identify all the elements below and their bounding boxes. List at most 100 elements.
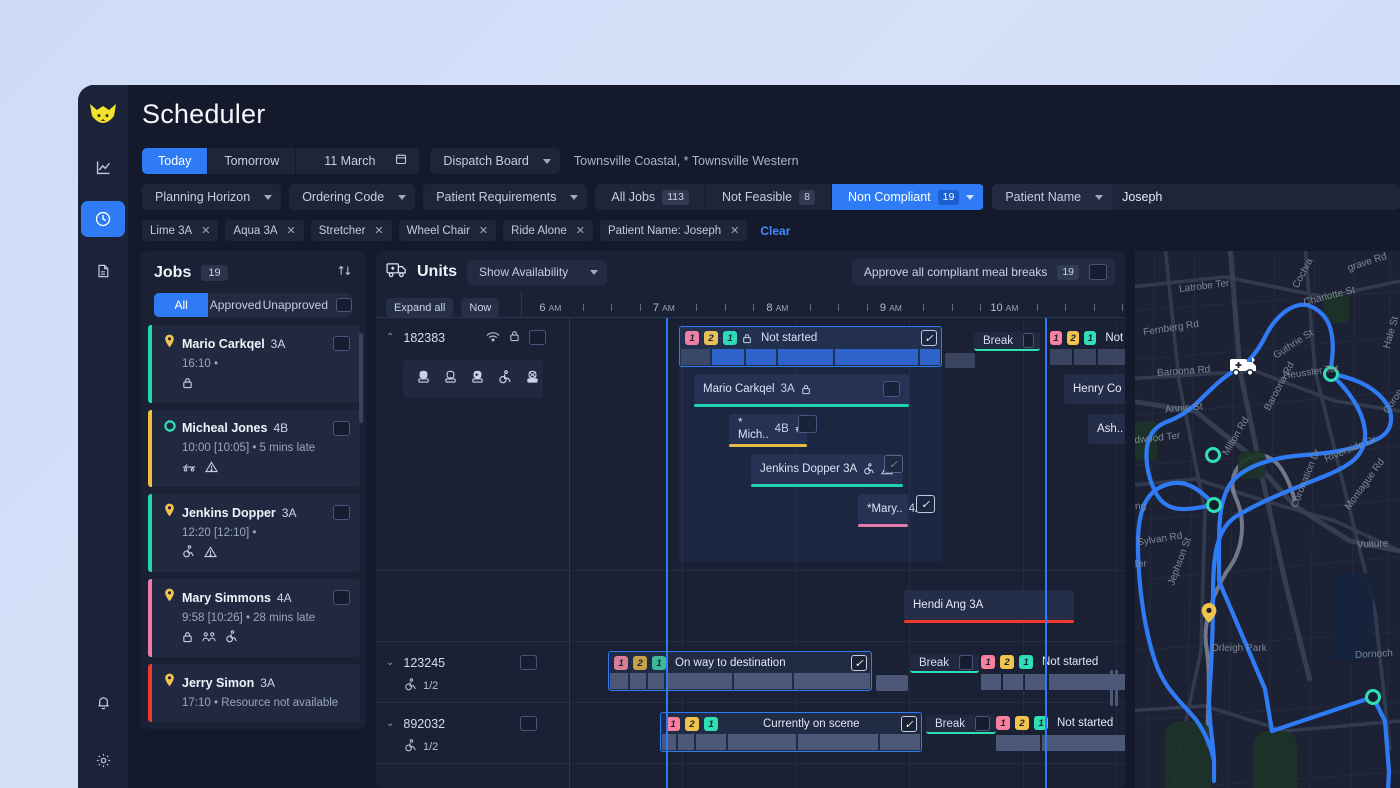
- job-checkbox[interactable]: [333, 421, 350, 436]
- close-icon[interactable]: ✕: [201, 224, 210, 237]
- job-checkbox[interactable]: [333, 336, 350, 351]
- timeline-block[interactable]: 1 2 1 Not started ✓: [679, 326, 942, 367]
- approve-checkbox[interactable]: [1089, 264, 1107, 280]
- lock-icon: [182, 376, 193, 394]
- chip-stretcher[interactable]: Stretcher✕: [311, 220, 392, 241]
- chip-patient-name[interactable]: Patient Name: Joseph✕: [600, 220, 747, 241]
- tab-non-compliant[interactable]: Non Compliant 19: [832, 184, 984, 210]
- block-status: Currently on scene: [763, 718, 860, 730]
- clear-filters-button[interactable]: Clear: [760, 224, 790, 238]
- tab-all[interactable]: All: [154, 293, 208, 317]
- chip-ride-alone[interactable]: Ride Alone✕: [503, 220, 593, 241]
- patient-name-input[interactable]: [1112, 184, 1400, 210]
- tab-today[interactable]: Today: [142, 148, 208, 174]
- job-list[interactable]: Mario Carkqel 3A 16:10 •: [140, 325, 366, 729]
- break-block[interactable]: Break: [974, 332, 1040, 351]
- tab-label: Not Feasible: [722, 184, 792, 210]
- table-row[interactable]: [376, 764, 1125, 788]
- tab-unapproved[interactable]: Unapproved: [263, 293, 352, 317]
- patient-name: Jenkins Dopper: [182, 506, 276, 520]
- tab-all-jobs[interactable]: All Jobs 113: [595, 184, 706, 210]
- pill-checkbox[interactable]: [883, 381, 900, 397]
- list-item[interactable]: Mario Carkqel 3A 16:10 •: [148, 325, 360, 403]
- job-pill-henry[interactable]: Henry Co: [1064, 374, 1125, 404]
- pill-checkbox[interactable]: [798, 415, 817, 433]
- map-panel[interactable]: Latrobe TerCochraCharlotte Stgrave RdFer…: [1135, 251, 1400, 788]
- pill-checkbox[interactable]: ✓: [916, 495, 935, 513]
- block-checkbox[interactable]: ✓: [921, 330, 937, 346]
- time-tick: [867, 304, 868, 311]
- timeline-block[interactable]: 1 2 1 On way to destination ✓: [608, 651, 872, 691]
- unit-id-123245[interactable]: ⌄ 123245: [386, 655, 537, 670]
- break-block[interactable]: Break: [910, 654, 979, 673]
- break-checkbox[interactable]: [975, 716, 990, 731]
- job-pill-jenkins[interactable]: Jenkins Dopper 3A: [751, 454, 903, 484]
- break-checkbox[interactable]: [959, 655, 973, 670]
- list-item[interactable]: Micheal Jones 4B 10:00 [10:05] • 5 mins …: [148, 410, 360, 487]
- tab-not-feasible[interactable]: Not Feasible 8: [706, 184, 832, 210]
- close-icon[interactable]: ✕: [479, 224, 488, 237]
- close-icon[interactable]: ✕: [374, 224, 383, 237]
- unit-id-182383[interactable]: ⌃ 182383: [386, 330, 546, 345]
- horizontal-scrollbar[interactable]: [1110, 670, 1119, 706]
- count-badge: 2: [704, 331, 718, 345]
- list-item[interactable]: Jenkins Dopper 3A 12:20 [12:10] •: [148, 494, 360, 572]
- tab-approved[interactable]: Approved: [208, 293, 262, 317]
- job-checkbox[interactable]: [333, 590, 350, 605]
- break-checkbox[interactable]: [1023, 333, 1034, 348]
- expand-all-button[interactable]: Expand all: [386, 298, 453, 317]
- unapproved-checkbox[interactable]: [336, 298, 352, 312]
- close-icon[interactable]: ✕: [576, 224, 585, 237]
- now-button[interactable]: Now: [461, 298, 499, 317]
- job-pill-mary[interactable]: *Mary.. 4A: [858, 494, 908, 524]
- timeline-block[interactable]: 1 2 1 Not started: [981, 651, 1125, 691]
- break-block[interactable]: Break: [926, 715, 996, 734]
- pill-checkbox-muted[interactable]: ✓: [884, 455, 903, 473]
- job-pill-hendi[interactable]: Hendi Ang 3A: [904, 590, 1074, 620]
- sidebar-item-documents[interactable]: [81, 253, 125, 289]
- dispatch-board-select[interactable]: Dispatch Board: [430, 148, 559, 174]
- sidebar-item-scheduler[interactable]: [81, 201, 125, 237]
- chip-lime-3a[interactable]: Lime 3A ✕: [142, 220, 218, 241]
- unit-id-892032[interactable]: ⌄ 892032: [386, 716, 537, 731]
- unit-checkbox[interactable]: [520, 716, 537, 731]
- filter-ordering-code[interactable]: Ordering Code: [289, 184, 415, 210]
- timeline-block[interactable]: 1 2 1 Currently on scene ✓: [660, 712, 922, 752]
- block-checkbox[interactable]: ✓: [901, 716, 917, 732]
- close-icon[interactable]: ✕: [287, 224, 296, 237]
- block-checkbox[interactable]: ✓: [851, 655, 867, 671]
- chip-aqua-3a[interactable]: Aqua 3A✕: [225, 220, 303, 241]
- filter-patient-requirements[interactable]: Patient Requirements: [423, 184, 587, 210]
- notifications-icon[interactable]: [81, 684, 125, 720]
- job-pill-mario[interactable]: Mario Carkqel 3A: [694, 374, 909, 404]
- chip-label: Lime 3A: [150, 225, 192, 237]
- chevron-down-icon[interactable]: ⌄: [386, 718, 394, 729]
- tab-tomorrow[interactable]: Tomorrow: [208, 148, 296, 174]
- tab-date-picker[interactable]: 11 March: [296, 148, 420, 174]
- unit-checkbox[interactable]: [520, 655, 537, 670]
- timeline-block[interactable]: 1 2 1 Not started: [1049, 326, 1125, 367]
- timeline-grid[interactable]: ⌃ 182383: [376, 317, 1125, 788]
- calendar-icon: [395, 148, 407, 174]
- chevron-up-icon[interactable]: ⌃: [386, 332, 394, 343]
- job-pill-micheal[interactable]: * Mich.. 4B: [729, 414, 807, 444]
- list-item[interactable]: Jerry Simon 3A 17:10 • Resource not avai…: [148, 664, 360, 722]
- sort-arrows-icon[interactable]: [337, 263, 352, 283]
- unit-checkbox[interactable]: [529, 330, 546, 345]
- job-pill-ash[interactable]: Ash..: [1088, 414, 1125, 444]
- close-icon[interactable]: ✕: [730, 224, 739, 237]
- approve-meal-breaks-button[interactable]: Approve all compliant meal breaks 19: [852, 259, 1115, 285]
- gear-settings-icon[interactable]: [81, 742, 125, 778]
- patient-name-select[interactable]: Patient Name: [992, 184, 1112, 210]
- filter-planning-horizon[interactable]: Planning Horizon: [142, 184, 281, 210]
- chevron-down-icon[interactable]: ⌄: [386, 657, 394, 668]
- jobs-scrollbar[interactable]: [359, 333, 363, 423]
- chip-wheel-chair[interactable]: Wheel Chair✕: [399, 220, 497, 241]
- timeline-block[interactable]: 1 2 1 Not started: [996, 712, 1125, 752]
- job-checkbox[interactable]: [333, 505, 350, 520]
- list-item[interactable]: Mary Simmons 4A 9:58 [10:26] • 28 mins l…: [148, 579, 360, 657]
- unit-id: 182383: [403, 331, 445, 345]
- count-badge: 2: [685, 717, 699, 731]
- sidebar-item-analytics[interactable]: [81, 149, 125, 185]
- show-availability-select[interactable]: Show Availability: [467, 260, 607, 285]
